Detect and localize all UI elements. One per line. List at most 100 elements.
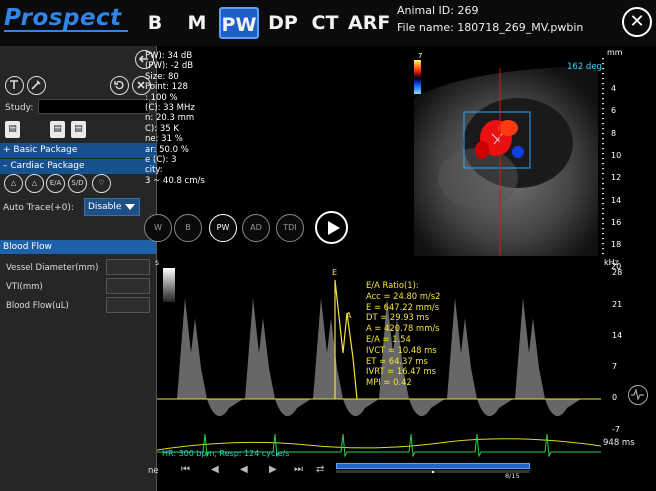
depth-tick <box>602 118 604 120</box>
mode-dp-button[interactable]: DP <box>266 7 300 39</box>
mode-pw-button[interactable]: PW <box>219 7 259 39</box>
ctrl-w-button[interactable]: W <box>144 214 172 242</box>
lv-area-button[interactable]: △ <box>25 174 44 193</box>
peak-a-label: A <box>346 311 352 320</box>
ultrasound-app: Prospect B M PW DP CT ARF Animal ID: 269… <box>0 0 656 491</box>
depth-tick <box>602 143 604 145</box>
heart-measure-button[interactable]: ♡ <box>92 174 111 193</box>
cine-progress-bar[interactable] <box>336 463 530 469</box>
depth-tick <box>602 88 604 90</box>
measure-tool-button[interactable] <box>27 76 46 95</box>
spectrum-beat <box>447 298 513 417</box>
lv-trace-button[interactable]: △ <box>4 174 23 193</box>
left-panel: Study: ▤ ▤ ▤ + Basic Package – Cardiac P… <box>0 46 157 491</box>
time-readout: 948 ms <box>603 438 635 448</box>
cine-position-marker[interactable] <box>432 471 434 473</box>
depth-tick <box>602 233 604 235</box>
blood-flow-label: Blood Flow(uL) <box>6 301 69 311</box>
depth-tick <box>602 228 604 230</box>
vti-field[interactable] <box>106 278 150 294</box>
doppler-tick-label: -7 <box>612 425 620 434</box>
blood-flow-field[interactable] <box>106 297 150 313</box>
open-file-button[interactable]: ▤ <box>50 121 65 138</box>
mode-ct-button[interactable]: CT <box>309 7 341 39</box>
depth-tick <box>602 253 604 255</box>
study-input[interactable] <box>38 99 150 114</box>
depth-tick-label: 12 <box>611 173 622 183</box>
depth-tick <box>602 248 604 250</box>
depth-tick <box>602 198 604 200</box>
animal-id: Animal ID: 269 <box>397 4 479 17</box>
basic-package-header[interactable]: + Basic Package <box>0 143 156 158</box>
ctrl-tdi-button[interactable]: TDI <box>276 214 304 242</box>
depth-tick <box>602 178 604 180</box>
play-back-button[interactable]: ◀ <box>240 464 248 475</box>
new-file-button[interactable]: ▤ <box>5 121 20 138</box>
depth-tick <box>602 93 604 95</box>
cardiac-package-header[interactable]: – Cardiac Package <box>0 159 156 174</box>
ea-ratio-button[interactable]: E/A <box>46 174 65 193</box>
color-scale-max: 7 <box>418 52 423 60</box>
depth-tick <box>602 128 604 130</box>
prev-frame-button[interactable]: ◀ <box>211 464 219 475</box>
depth-tick-label: 16 <box>611 217 622 227</box>
first-frame-button[interactable]: ⏮ <box>181 464 190 475</box>
depth-tick <box>602 68 604 70</box>
play-forward-button[interactable]: ▶ <box>269 464 277 475</box>
cine-label: ne <box>148 466 159 476</box>
ctrl-pw-button[interactable]: PW <box>209 214 237 242</box>
mode-b-button[interactable]: B <box>145 7 165 39</box>
depth-tick <box>602 73 604 75</box>
text-tool-button[interactable] <box>5 76 24 95</box>
doppler-tick-label: 0 <box>612 393 618 402</box>
depth-tick <box>602 83 604 85</box>
depth-tick-label: 10 <box>611 150 622 160</box>
doppler-scale-short: s <box>155 258 160 267</box>
ctrl-ad-button[interactable]: AD <box>242 214 270 242</box>
depth-tick <box>602 113 604 115</box>
doppler-unit: kHz <box>604 258 619 267</box>
depth-tick <box>602 183 604 185</box>
depth-tick <box>602 163 604 165</box>
waveform-icon <box>631 387 644 401</box>
depth-tick-label: 4 <box>611 84 617 93</box>
peak-e-label: E <box>332 268 337 277</box>
depth-tick <box>602 223 604 225</box>
loop-button[interactable]: ⇄ <box>316 464 324 475</box>
mode-arf-button[interactable]: ARF <box>348 7 390 39</box>
waveform-settings-button[interactable] <box>628 385 648 405</box>
depth-tick-label: 6 <box>611 106 617 116</box>
acquisition-parameters: PW): 34 dB (PW): -2 dB Size: 80 Point: 1… <box>145 51 205 186</box>
save-file-button[interactable]: ▤ <box>71 121 86 138</box>
mode-m-button[interactable]: M <box>184 7 210 39</box>
depth-tick <box>602 188 604 190</box>
depth-tick <box>602 243 604 245</box>
ea-ratio-results: E/A Ratio(1): Acc = 24.80 m/s2 E = 647.2… <box>366 280 441 388</box>
undo-button[interactable] <box>110 76 129 95</box>
auto-trace-select[interactable]: Disable <box>84 198 140 216</box>
depth-tick-label: 8 <box>611 128 617 138</box>
doppler-tick-label: 14 <box>612 331 623 340</box>
depth-tick <box>602 173 604 175</box>
text-icon <box>10 80 18 89</box>
depth-tick <box>602 123 604 125</box>
bmode-image[interactable] <box>408 48 598 256</box>
ctrl-b-button[interactable]: B <box>174 214 202 242</box>
depth-tick <box>602 63 604 65</box>
vessel-diameter-field[interactable] <box>106 259 150 275</box>
play-icon <box>328 221 340 235</box>
blood-flow-header: Blood Flow <box>0 240 156 254</box>
prospect-logo: Prospect <box>4 5 122 31</box>
depth-tick <box>602 203 604 205</box>
depth-tick <box>602 98 604 100</box>
close-button[interactable]: ✕ <box>622 7 652 37</box>
play-button[interactable] <box>315 211 348 244</box>
sd-ratio-button[interactable]: S/D <box>68 174 87 193</box>
triangle-icon: △ <box>10 179 17 187</box>
doppler-tick-label: 7 <box>612 362 618 371</box>
top-bar: Prospect B M PW DP CT ARF Animal ID: 269… <box>0 0 656 46</box>
depth-tick <box>602 103 604 105</box>
last-frame-button[interactable]: ⏭ <box>294 464 303 475</box>
depth-tick <box>602 133 604 135</box>
angle-readout: 162 deg <box>567 62 602 72</box>
